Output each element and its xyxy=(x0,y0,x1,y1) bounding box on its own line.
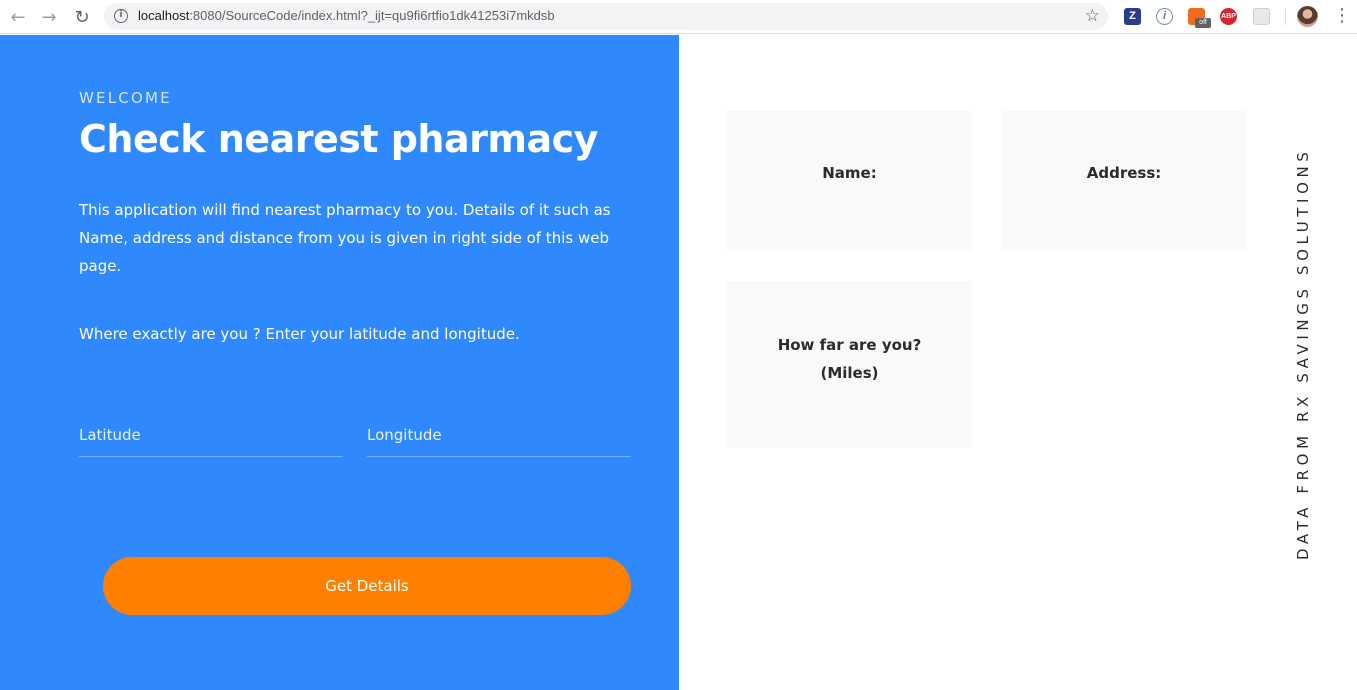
latitude-input[interactable] xyxy=(79,413,343,457)
toolbar-divider xyxy=(1285,9,1286,25)
address-card: Address: xyxy=(1002,111,1246,250)
welcome-eyebrow: WELCOME xyxy=(79,89,172,107)
name-card: Name: xyxy=(727,111,972,250)
distance-label: How far are you? (Miles) xyxy=(778,331,922,387)
info-extension-icon[interactable]: i xyxy=(1156,8,1173,25)
address-bar[interactable]: i localhost:8080/SourceCode/index.html?_… xyxy=(104,3,1108,30)
off-badge: off xyxy=(1195,18,1211,28)
adblock-extension-icon[interactable]: ABP xyxy=(1220,8,1237,25)
kebab-menu-icon[interactable]: ⋮ xyxy=(1333,6,1351,26)
longitude-input[interactable] xyxy=(367,413,631,457)
zotero-extension-icon[interactable]: Z xyxy=(1124,8,1141,25)
browser-toolbar: ← → ↻ i localhost:8080/SourceCode/index.… xyxy=(0,0,1357,34)
arrow-left-icon[interactable]: ← xyxy=(7,6,29,28)
arrow-right-icon[interactable]: → xyxy=(38,6,60,28)
reload-icon[interactable]: ↻ xyxy=(71,6,93,28)
distance-card: How far are you? (Miles) xyxy=(727,281,972,448)
url-host: localhost xyxy=(138,8,190,23)
intro-description: This application will find nearest pharm… xyxy=(79,201,611,275)
profile-avatar[interactable] xyxy=(1297,6,1318,27)
gray-extension-icon[interactable] xyxy=(1253,8,1270,25)
location-prompt: Where exactly are you ? Enter your latit… xyxy=(79,325,520,343)
distance-label-line1: How far are you? xyxy=(777,335,922,354)
url-path: :8080/SourceCode/index.html?_ijt=qu9fi6r… xyxy=(189,8,555,23)
address-label: Address: xyxy=(1086,163,1162,182)
data-source-caption: DATA FROM RX SAVINGS SOLUTIONS xyxy=(1294,147,1312,560)
get-details-button[interactable]: Get Details xyxy=(103,557,631,615)
page-title: Check nearest pharmacy xyxy=(79,117,598,161)
info-icon[interactable]: i xyxy=(114,9,128,23)
name-label: Name: xyxy=(822,163,877,182)
search-panel: WELCOME Check nearest pharmacy This appl… xyxy=(0,35,679,690)
bookmark-star-icon[interactable]: ☆ xyxy=(1085,6,1100,26)
distance-label-line2: (Miles) xyxy=(820,363,879,382)
url-text[interactable]: localhost:8080/SourceCode/index.html?_ij… xyxy=(138,8,555,23)
